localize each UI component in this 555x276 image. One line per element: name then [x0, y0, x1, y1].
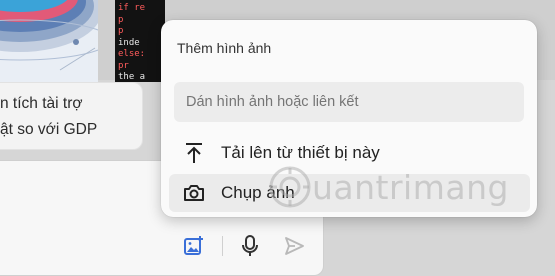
code-line: else: — [118, 49, 146, 59]
code-lines: if re p p inde else: pr the a — [115, 0, 165, 82]
camera-icon — [169, 183, 219, 203]
chart-thumbnail-graphic — [0, 0, 98, 71]
code-line: inde — [118, 37, 140, 48]
suggestion-text-line-2: ật so với GDP — [0, 121, 98, 138]
suggestion-text-line-1: n tích tài trợ — [0, 95, 83, 112]
suggestion-card[interactable]: n tích tài trợ ật so với GDP — [0, 82, 143, 150]
code-thumbnail[interactable]: if re p p inde else: pr the a — [115, 0, 165, 82]
code-line: the a — [118, 72, 146, 82]
microphone-icon[interactable] — [237, 232, 263, 260]
upload-icon — [169, 142, 219, 164]
upload-from-device-item[interactable]: Tải lên từ thiết bị này — [169, 134, 530, 172]
image-add-icon[interactable] — [181, 233, 207, 259]
code-line: p — [118, 26, 124, 36]
take-photo-label: Chụp ảnh — [221, 183, 295, 202]
menu-title: Thêm hình ảnh — [177, 40, 272, 56]
chart-thumbnail[interactable] — [0, 0, 98, 82]
add-image-menu: Thêm hình ảnh Tải lên từ thiết bị này Ch… — [161, 20, 537, 217]
send-icon[interactable] — [281, 233, 307, 259]
upload-from-device-label: Tải lên từ thiết bị này — [221, 143, 380, 162]
code-line: p — [118, 14, 124, 25]
code-line: if re — [118, 3, 146, 13]
composer-divider — [222, 236, 223, 256]
take-photo-item[interactable]: Chụp ảnh — [169, 174, 530, 212]
image-link-input[interactable] — [174, 82, 524, 122]
code-line: pr — [118, 60, 129, 71]
